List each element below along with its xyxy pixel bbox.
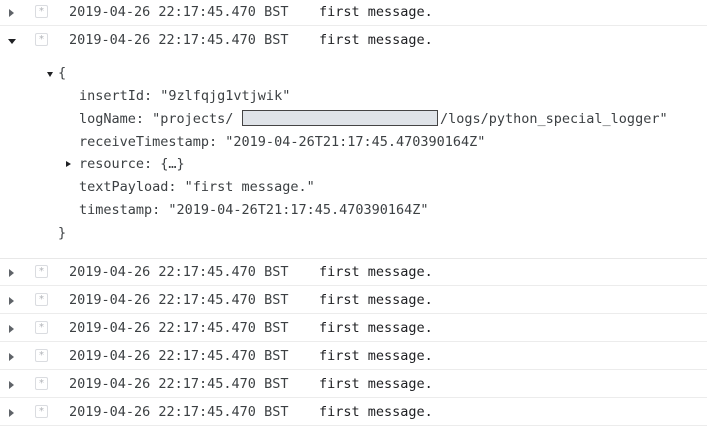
- severity-default-icon: *: [35, 33, 48, 46]
- severity-default-icon: *: [35, 405, 48, 418]
- json-open-brace: {: [58, 65, 67, 81]
- log-timestamp: 2019-04-26 22:17:45.470 BST: [69, 348, 289, 364]
- json-expand-resource-icon[interactable]: [66, 161, 71, 167]
- log-message: first message.: [319, 404, 433, 420]
- log-message: first message.: [319, 4, 433, 20]
- severity-default-icon: *: [35, 377, 48, 390]
- log-timestamp: 2019-04-26 22:17:45.470 BST: [69, 292, 289, 308]
- log-row[interactable]: * 2019-04-26 22:17:45.470 BST first mess…: [0, 0, 707, 26]
- log-entry-detail: { insertId: "9zlfqjg1vtjwik" logName: "p…: [0, 54, 707, 259]
- severity-default-icon: *: [35, 265, 48, 278]
- severity-default-icon: *: [35, 349, 48, 362]
- log-timestamp: 2019-04-26 22:17:45.470 BST: [69, 4, 289, 20]
- log-message: first message.: [319, 292, 433, 308]
- json-close-brace: }: [58, 225, 67, 241]
- log-message: first message.: [319, 264, 433, 280]
- log-row-expanded[interactable]: * 2019-04-26 22:17:45.470 BST first mess…: [0, 28, 707, 54]
- log-timestamp: 2019-04-26 22:17:45.470 BST: [69, 264, 289, 280]
- chevron-down-icon[interactable]: [8, 39, 16, 44]
- chevron-right-icon[interactable]: [9, 325, 14, 333]
- redacted-project-id: [242, 110, 438, 126]
- log-timestamp: 2019-04-26 22:17:45.470 BST: [69, 32, 289, 48]
- log-message: first message.: [319, 348, 433, 364]
- json-insert-id: insertId: "9zlfqjg1vtjwik": [79, 88, 291, 104]
- log-timestamp: 2019-04-26 22:17:45.470 BST: [69, 404, 289, 420]
- log-row[interactable]: * 2019-04-26 22:17:45.470 BST first mess…: [0, 400, 707, 426]
- json-collapse-icon[interactable]: [47, 72, 53, 77]
- json-receive-timestamp: receiveTimestamp: "2019-04-26T21:17:45.4…: [79, 134, 486, 150]
- chevron-right-icon[interactable]: [9, 353, 14, 361]
- severity-default-icon: *: [35, 321, 48, 334]
- json-timestamp: timestamp: "2019-04-26T21:17:45.47039016…: [79, 202, 429, 218]
- log-row[interactable]: * 2019-04-26 22:17:45.470 BST first mess…: [0, 372, 707, 398]
- chevron-right-icon[interactable]: [9, 381, 14, 389]
- chevron-right-icon[interactable]: [9, 297, 14, 305]
- log-row[interactable]: * 2019-04-26 22:17:45.470 BST first mess…: [0, 316, 707, 342]
- json-text-payload: textPayload: "first message.": [79, 179, 315, 195]
- log-timestamp: 2019-04-26 22:17:45.470 BST: [69, 320, 289, 336]
- severity-default-icon: *: [35, 5, 48, 18]
- chevron-right-icon[interactable]: [9, 269, 14, 277]
- json-resource[interactable]: resource: {…}: [79, 155, 185, 173]
- log-message: first message.: [319, 376, 433, 392]
- chevron-right-icon[interactable]: [9, 9, 14, 17]
- log-message: first message.: [319, 320, 433, 336]
- severity-default-icon: *: [35, 293, 48, 306]
- log-row[interactable]: * 2019-04-26 22:17:45.470 BST first mess…: [0, 288, 707, 314]
- json-log-name-suffix: /logs/python_special_logger": [440, 111, 668, 127]
- log-row[interactable]: * 2019-04-26 22:17:45.470 BST first mess…: [0, 344, 707, 370]
- log-message: first message.: [319, 32, 433, 48]
- log-row[interactable]: * 2019-04-26 22:17:45.470 BST first mess…: [0, 260, 707, 286]
- json-log-name-prefix: logName: "projects/: [79, 111, 234, 127]
- chevron-right-icon[interactable]: [9, 409, 14, 417]
- log-timestamp: 2019-04-26 22:17:45.470 BST: [69, 376, 289, 392]
